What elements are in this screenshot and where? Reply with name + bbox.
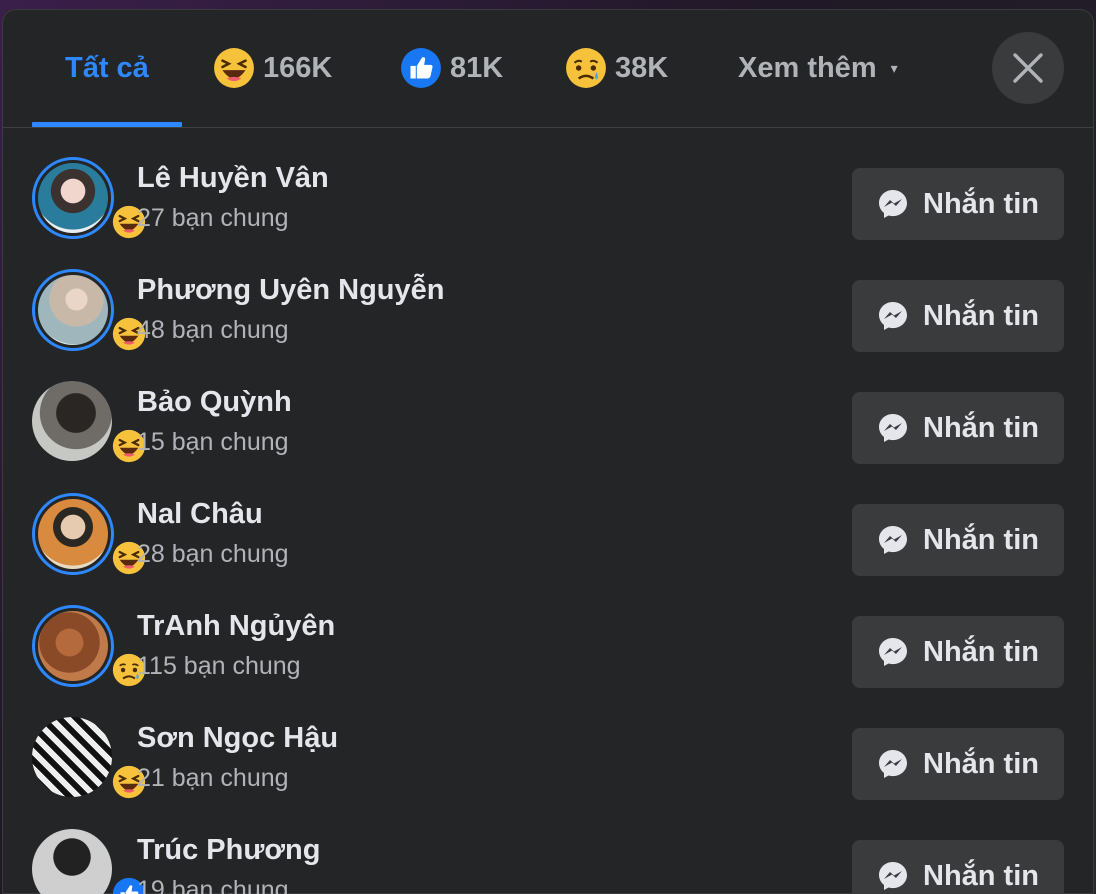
avatar-photo: [38, 163, 108, 233]
reaction-tabs: Tất cả 166K 81K 38K Xem thêm ▾: [2, 9, 1094, 128]
tab-all[interactable]: Tất cả: [65, 9, 149, 127]
mutual-friends: 19 bạn chung: [137, 876, 289, 894]
messenger-icon: [879, 190, 907, 218]
mutual-friends: 115 bạn chung: [137, 652, 301, 680]
active-tab-indicator: [32, 122, 182, 127]
person-row: TrAnh Ngủyên 115 bạn chung Nhắn tin: [2, 590, 1094, 702]
person-row: Bảo Quỳnh 15 bạn chung Nhắn tin: [2, 366, 1094, 478]
avatar-photo: [32, 381, 112, 461]
message-button-label: Nhắn tin: [923, 299, 1039, 332]
tab-all-label: Tất cả: [65, 51, 149, 84]
avatar[interactable]: [32, 829, 146, 894]
messenger-icon: [879, 526, 907, 554]
like-emoji-icon: [401, 48, 441, 88]
person-row: Phương Uyên Nguyễn 48 bạn chung Nhắn tin: [2, 254, 1094, 366]
person-name[interactable]: Phương Uyên Nguyễn: [137, 274, 444, 307]
tab-more-label: Xem thêm: [738, 51, 877, 84]
person-name[interactable]: Bảo Quỳnh: [137, 386, 292, 419]
sad-emoji-icon: [566, 48, 606, 88]
avatar-photo: [32, 829, 112, 894]
person-name[interactable]: TrAnh Ngủyên: [137, 610, 335, 643]
avatar-photo: [38, 499, 108, 569]
avatar[interactable]: [32, 269, 146, 351]
avatar[interactable]: [32, 605, 146, 687]
tab-more[interactable]: Xem thêm ▾: [738, 9, 898, 127]
messenger-icon: [879, 638, 907, 666]
avatar-photo: [32, 717, 112, 797]
reactions-dialog: Tất cả 166K 81K 38K Xem thêm ▾ Lê Huyền …: [2, 9, 1094, 894]
person-name[interactable]: Trúc Phương: [137, 834, 320, 867]
tab-like[interactable]: 81K: [400, 9, 503, 127]
avatar[interactable]: [32, 717, 146, 799]
message-button[interactable]: Nhắn tin: [852, 840, 1064, 894]
tab-haha-count: 166K: [263, 51, 333, 84]
tab-sad[interactable]: 38K: [565, 9, 668, 127]
haha-emoji-icon: [214, 48, 254, 88]
messenger-icon: [879, 750, 907, 778]
person-row: Trúc Phương 19 bạn chung Nhắn tin: [2, 814, 1094, 894]
message-button[interactable]: Nhắn tin: [852, 392, 1064, 464]
messenger-icon: [879, 414, 907, 442]
message-button-label: Nhắn tin: [923, 187, 1039, 220]
person-name[interactable]: Lê Huyền Vân: [137, 162, 329, 195]
tab-sad-count: 38K: [615, 51, 669, 84]
message-button-label: Nhắn tin: [923, 747, 1039, 780]
person-name[interactable]: Nal Châu: [137, 498, 263, 531]
close-button[interactable]: [992, 32, 1064, 104]
mutual-friends: 21 bạn chung: [137, 764, 289, 792]
message-button-label: Nhắn tin: [923, 635, 1039, 668]
message-button-label: Nhắn tin: [923, 859, 1039, 892]
close-icon: [1013, 53, 1043, 83]
message-button-label: Nhắn tin: [923, 523, 1039, 556]
avatar[interactable]: [32, 493, 146, 575]
mutual-friends: 48 bạn chung: [137, 316, 289, 344]
message-button[interactable]: Nhắn tin: [852, 728, 1064, 800]
messenger-icon: [879, 302, 907, 330]
mutual-friends: 15 bạn chung: [137, 428, 289, 456]
messenger-icon: [879, 862, 907, 890]
tab-haha[interactable]: 166K: [213, 9, 332, 127]
avatar-photo: [38, 611, 108, 681]
chevron-down-icon: ▾: [890, 59, 898, 76]
person-row: Sơn Ngọc Hậu 21 bạn chung Nhắn tin: [2, 702, 1094, 814]
message-button[interactable]: Nhắn tin: [852, 504, 1064, 576]
message-button[interactable]: Nhắn tin: [852, 280, 1064, 352]
person-row: Lê Huyền Vân 27 bạn chung Nhắn tin: [2, 142, 1094, 254]
mutual-friends: 27 bạn chung: [137, 204, 289, 232]
tab-like-count: 81K: [450, 51, 504, 84]
message-button-label: Nhắn tin: [923, 411, 1039, 444]
avatar[interactable]: [32, 157, 146, 239]
person-row: Nal Châu 28 bạn chung Nhắn tin: [2, 478, 1094, 590]
message-button[interactable]: Nhắn tin: [852, 168, 1064, 240]
avatar-photo: [38, 275, 108, 345]
message-button[interactable]: Nhắn tin: [852, 616, 1064, 688]
mutual-friends: 28 bạn chung: [137, 540, 289, 568]
person-name[interactable]: Sơn Ngọc Hậu: [137, 722, 338, 755]
avatar[interactable]: [32, 381, 146, 463]
